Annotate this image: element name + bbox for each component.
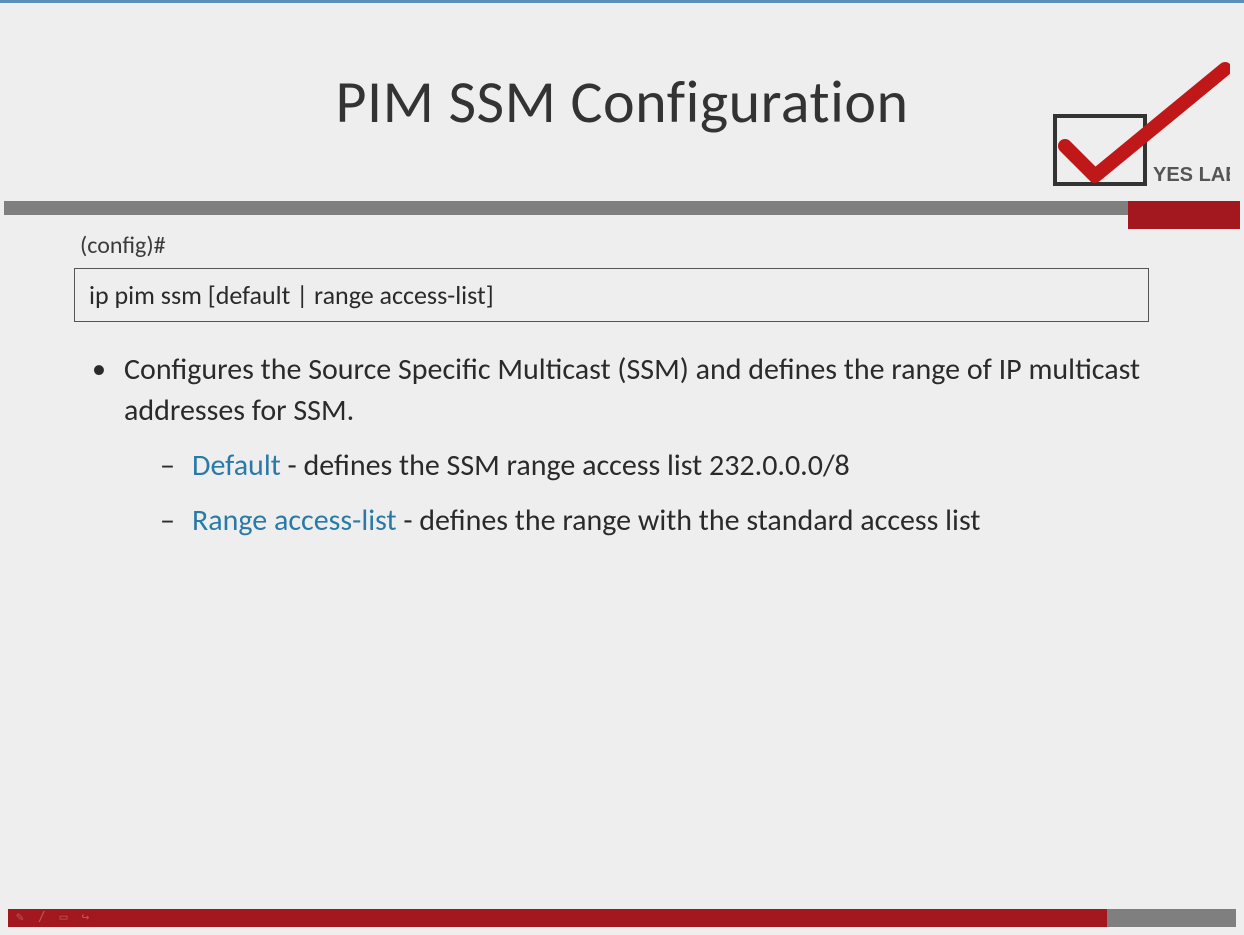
pen-icon[interactable]: ✎ <box>16 910 24 925</box>
slide-container: PIM SSM Configuration YES LAB (config)# … <box>4 6 1240 931</box>
command-box: ip pim ssm [default | range access-list] <box>74 268 1149 322</box>
keyword-range: Range access-list <box>192 502 397 539</box>
divider-bar-gray <box>4 201 1240 215</box>
next-icon[interactable]: ↪ <box>81 910 89 925</box>
footer-bar-gray <box>1107 909 1236 927</box>
sub-item-range: Range access-list - defines the range wi… <box>174 498 1150 543</box>
keyword-default: Default <box>192 447 281 484</box>
footer-bar-red <box>8 909 1115 927</box>
logo-yes-lab: YES LAB <box>1025 61 1230 201</box>
menu-icon[interactable]: ▭ <box>60 910 68 925</box>
sub-item-default: Default - defines the SSM range access l… <box>174 443 1150 488</box>
divider-bar-red <box>1128 201 1240 229</box>
player-controls: ✎ / ▭ ↪ <box>16 910 89 925</box>
bullet-text: Configures the Source Specific Multicast… <box>124 351 1140 429</box>
bullet-list: Configures the Source Specific Multicast… <box>74 350 1150 543</box>
svg-text:YES LAB: YES LAB <box>1153 164 1230 186</box>
sub-list: Default - defines the SSM range access l… <box>124 443 1150 543</box>
bullet-item: Configures the Source Specific Multicast… <box>104 350 1150 543</box>
config-prompt: (config)# <box>80 231 1150 260</box>
content-area: (config)# ip pim ssm [default | range ac… <box>74 231 1150 553</box>
eraser-icon[interactable]: / <box>38 910 46 925</box>
title-area: PIM SSM Configuration YES LAB <box>4 6 1240 201</box>
sub-text-range: - defines the range with the standard ac… <box>397 502 981 539</box>
sub-text-default: - defines the SSM range access list 232.… <box>281 447 850 484</box>
